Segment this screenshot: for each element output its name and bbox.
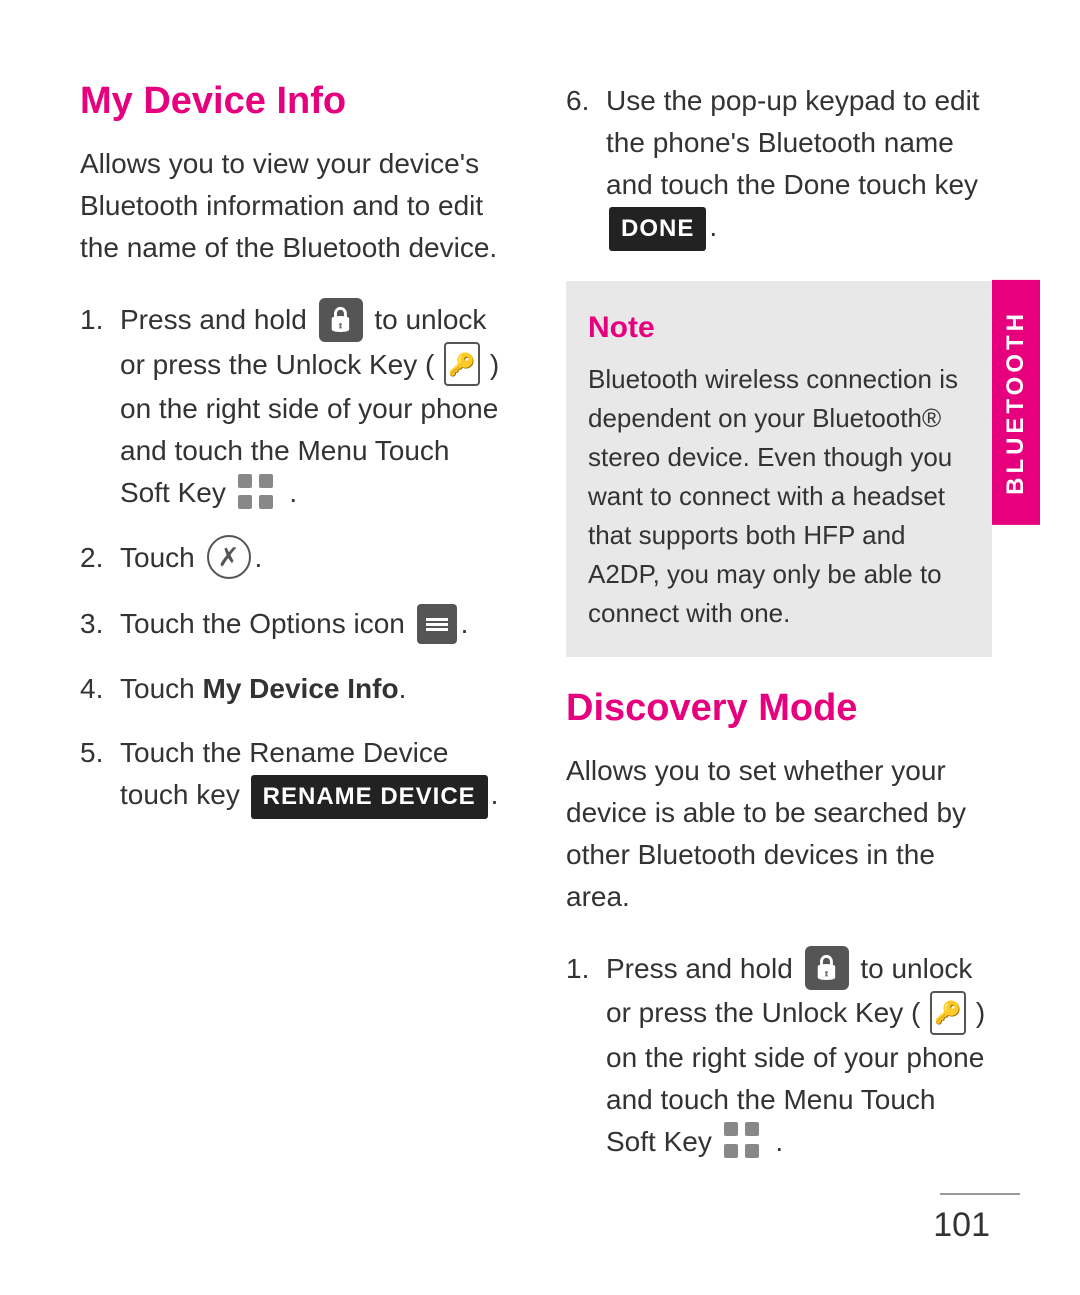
note-box: Note Bluetooth wireless connection is de… [566, 281, 992, 657]
step-1-content: Press and hold to unlock or press the Un… [120, 299, 506, 515]
step-6-text: Use the pop-up keypad to edit the phone'… [606, 85, 980, 200]
step-2-text: Touch [120, 542, 203, 573]
discovery-step-1-text-before: Press and hold [606, 953, 801, 984]
step-4-bold-text: My Device Info [203, 673, 399, 704]
right-column: 6. Use the pop-up keypad to edit the pho… [546, 80, 992, 1215]
step-3-text: Touch the Options icon [120, 608, 413, 639]
menu-soft-key-icon [238, 474, 278, 514]
discovery-mode-desc: Allows you to set whether your device is… [566, 750, 992, 918]
page-container: My Device Info Allows you to view your d… [0, 0, 1080, 1295]
step-4-number: 4. [80, 668, 120, 710]
note-text: Bluetooth wireless connection is depende… [588, 360, 970, 633]
my-device-info-desc: Allows you to view your device's Bluetoo… [80, 143, 506, 269]
step-3-text-end: . [461, 608, 469, 639]
step-6-text-end: . [709, 211, 717, 242]
step-2-number: 2. [80, 537, 120, 579]
discovery-step-1: 1. Press and hold to unlock or press the… [566, 948, 992, 1164]
step-6-number: 6. [566, 80, 606, 122]
discovery-lock-icon [805, 946, 849, 990]
step-6: 6. Use the pop-up keypad to edit the pho… [566, 80, 992, 251]
step-1-text-before: Press and hold [120, 304, 315, 335]
bluetooth-icon: ✗ [207, 535, 251, 579]
step-5-text-after: . [491, 779, 499, 810]
unlock-key-icon: 🔑 [444, 342, 480, 386]
page-number: 101 [933, 1206, 990, 1245]
bluetooth-sidebar-label: BLUETOOTH [992, 280, 1040, 525]
step-4-text-after: . [399, 673, 407, 704]
step-3: 3. Touch the Options icon . [80, 603, 506, 646]
page-divider [940, 1193, 1020, 1195]
step-4: 4. Touch My Device Info. [80, 668, 506, 710]
step-4-content: Touch My Device Info. [120, 668, 506, 710]
step-1-text-end: . [282, 477, 298, 508]
my-device-info-title: My Device Info [80, 80, 506, 123]
discovery-step-1-text-end: . [768, 1126, 784, 1157]
main-content: My Device Info Allows you to view your d… [0, 0, 1080, 1295]
step-2-content: Touch ✗. [120, 537, 506, 582]
discovery-unlock-key-icon: 🔑 [930, 991, 966, 1035]
step-2-text-end: . [255, 542, 263, 573]
step-1-number: 1. [80, 299, 120, 341]
lock-icon [319, 298, 363, 342]
discovery-mode-title: Discovery Mode [566, 687, 992, 730]
left-column: My Device Info Allows you to view your d… [80, 80, 546, 1215]
step-3-content: Touch the Options icon . [120, 603, 506, 646]
step-3-number: 3. [80, 603, 120, 645]
discovery-step-1-number: 1. [566, 948, 606, 990]
discovery-step-1-content: Press and hold to unlock or press the Un… [606, 948, 992, 1164]
step-5: 5. Touch the Rename Device touch key REN… [80, 732, 506, 819]
note-title: Note [588, 305, 970, 350]
step-6-content: Use the pop-up keypad to edit the phone'… [606, 80, 992, 251]
step-5-number: 5. [80, 732, 120, 774]
options-icon [417, 604, 457, 644]
side-tab: BLUETOOTH [992, 80, 1040, 1215]
step-5-content: Touch the Rename Device touch key RENAME… [120, 732, 506, 819]
rename-device-button-label: RENAME DEVICE [251, 775, 488, 819]
discovery-menu-soft-key-icon [724, 1122, 764, 1162]
step-2: 2. Touch ✗. [80, 537, 506, 582]
done-button-label: DONE [609, 207, 706, 251]
step-1: 1. Press and hold to unlock or press the… [80, 299, 506, 515]
step-4-text-before: Touch [120, 673, 203, 704]
